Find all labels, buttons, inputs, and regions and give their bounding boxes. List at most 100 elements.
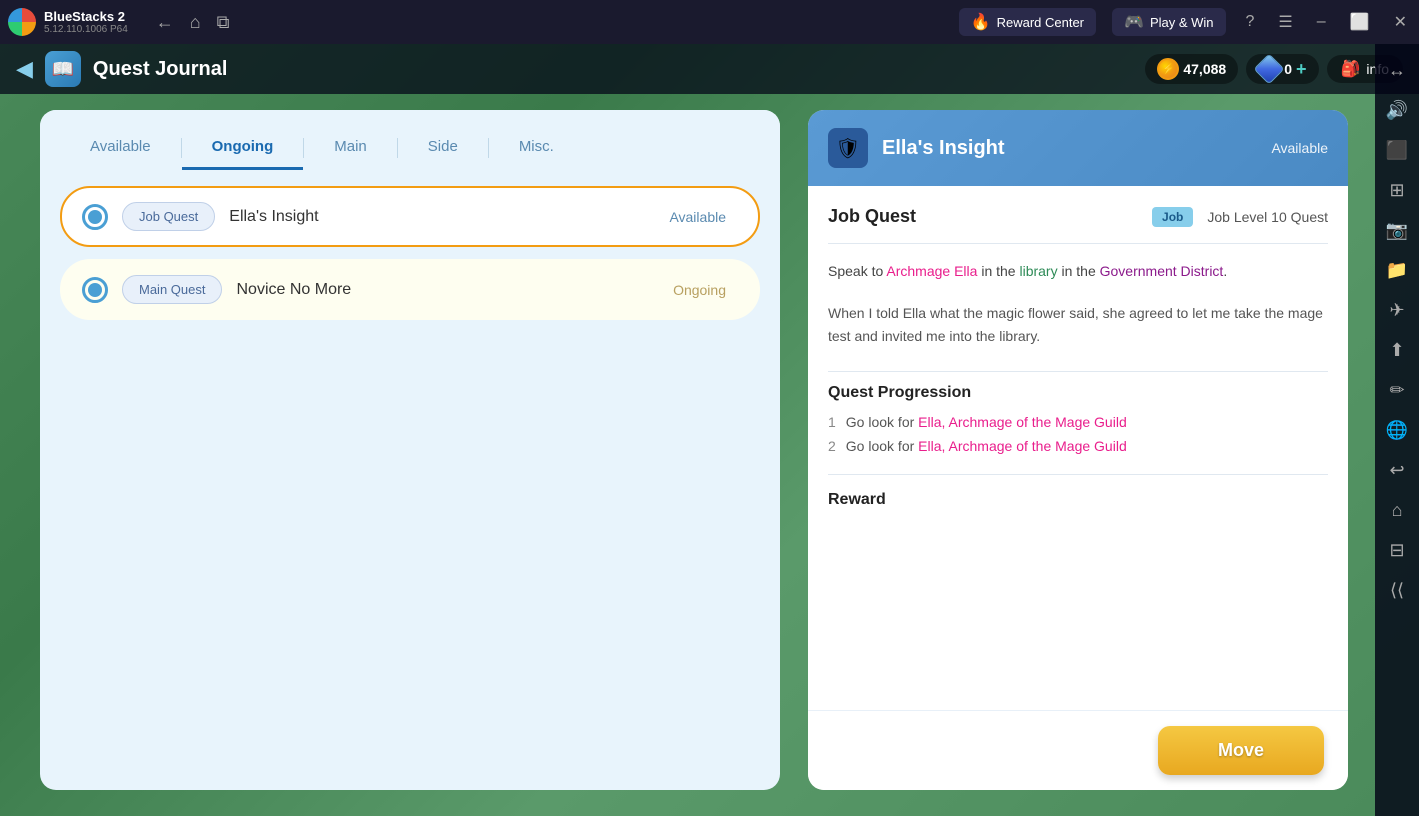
restore-button[interactable]: ⬜: [1346, 8, 1374, 36]
quest-status-novice: Ongoing: [661, 278, 738, 302]
desc-archmage-ella: Archmage Ella: [886, 263, 977, 279]
quest-type-row: Job Quest Job Job Level 10 Quest: [828, 206, 1328, 244]
nav-home-icon[interactable]: ⌂: [190, 12, 201, 33]
tab-ongoing[interactable]: Ongoing: [182, 126, 304, 170]
quest-progression-title: Quest Progression: [828, 371, 1328, 402]
tab-main[interactable]: Main: [304, 126, 397, 170]
quest-list: Job Quest Ella's Insight Available Main …: [40, 170, 780, 336]
quest-progression-list: 1 Go look for Ella, Archmage of the Mage…: [828, 414, 1328, 454]
bluestacks-logo: [8, 8, 36, 36]
reward-center-button[interactable]: 🔥 Reward Center: [959, 8, 1096, 36]
progression-link-2: Ella, Archmage of the Mage Guild: [918, 438, 1127, 454]
add-gem-button[interactable]: +: [1296, 59, 1307, 80]
desc-speak-to: Speak to: [828, 263, 886, 279]
tab-available[interactable]: Available: [60, 126, 181, 170]
desc-library: library: [1019, 263, 1057, 279]
help-button[interactable]: ?: [1242, 9, 1259, 35]
reward-icon: 🔥: [971, 12, 991, 32]
quest-detail-panel: 🛡 Ella's Insight Available Job Quest Job…: [808, 110, 1348, 790]
sidebar-apps-icon[interactable]: ⊞: [1379, 172, 1415, 208]
tab-misc[interactable]: Misc.: [489, 126, 584, 170]
quest-level-text: Job Level 10 Quest: [1207, 209, 1328, 225]
topbar-center: 🔥 Reward Center 🎮 Play & Win ? ☰ – ⬜ ✕: [959, 8, 1411, 36]
desc-government-district: Government District: [1100, 263, 1224, 279]
bluestacks-title: BlueStacks 2: [44, 9, 128, 24]
quest-detail-title: Ella's Insight: [882, 137, 1257, 160]
quest-job-badge: Job: [1152, 207, 1193, 227]
quest-radio-inner: [88, 210, 102, 224]
nav-copy-icon[interactable]: ⧉: [217, 12, 230, 33]
nav-back-icon[interactable]: ←: [156, 12, 174, 33]
quest-type-label: Job Quest: [828, 206, 916, 227]
quest-panel: Available Ongoing Main Side Misc. Job Qu…: [40, 110, 780, 790]
game-back-button[interactable]: ◀: [16, 56, 33, 82]
sidebar-screenshot-icon[interactable]: 📷: [1379, 212, 1415, 248]
play-win-label: Play & Win: [1150, 15, 1214, 30]
progression-num-2: 2: [828, 438, 836, 454]
sidebar-flight-icon[interactable]: ✈: [1379, 292, 1415, 328]
coin-amount: 47,088: [1183, 61, 1226, 77]
move-button[interactable]: Move: [1158, 726, 1324, 775]
quest-status-ellas-insight: Available: [657, 205, 738, 229]
progression-text-1: Go look for Ella, Archmage of the Mage G…: [846, 414, 1127, 430]
game-currency: ⚡ 47,088 0 + 🎒 info: [1145, 54, 1403, 84]
quest-radio-ellas-insight: [82, 204, 108, 230]
quest-item-novice-no-more[interactable]: Main Quest Novice No More Ongoing: [60, 259, 760, 320]
game-ui-bar: ◀ 📖 Quest Journal ⚡ 47,088 0 + 🎒 info: [0, 44, 1419, 94]
sidebar-back-icon[interactable]: ⟨⟨: [1379, 572, 1415, 608]
sidebar-minimize-icon[interactable]: ⊟: [1379, 532, 1415, 568]
sidebar-home-icon[interactable]: ⌂: [1379, 492, 1415, 528]
quest-story: When I told Ella what the magic flower s…: [828, 302, 1328, 347]
quest-tabs: Available Ongoing Main Side Misc.: [40, 110, 780, 170]
quest-item-ellas-insight[interactable]: Job Quest Ella's Insight Available: [60, 186, 760, 247]
sidebar-undo-icon[interactable]: ↩: [1379, 452, 1415, 488]
quest-detail-header: 🛡 Ella's Insight Available: [808, 110, 1348, 186]
gem-amount: 0: [1284, 61, 1292, 77]
quest-reward-title: Reward: [828, 474, 1328, 509]
quest-detail-footer: Move: [808, 710, 1348, 790]
sidebar-edit-icon[interactable]: ✏: [1379, 372, 1415, 408]
topbar-left: BlueStacks 2 5.12.110.1006 P64 ← ⌂ ⧉: [8, 8, 959, 36]
quest-radio-novice-inner: [88, 283, 102, 297]
quest-journal-icon: 📖: [45, 51, 81, 87]
coin-badge: ⚡ 47,088: [1145, 54, 1238, 84]
sidebar-location-icon[interactable]: 🌐: [1379, 412, 1415, 448]
sidebar-display-icon[interactable]: ⬛: [1379, 132, 1415, 168]
bluestacks-version: 5.12.110.1006 P64: [44, 24, 128, 35]
play-win-button[interactable]: 🎮 Play & Win: [1112, 8, 1226, 36]
sidebar-expand-icon[interactable]: ↔: [1379, 52, 1415, 88]
quest-type-badge-job: Job Quest: [122, 202, 215, 231]
playnwin-icon: 🎮: [1124, 12, 1144, 32]
quest-journal-title: Quest Journal: [93, 58, 1133, 81]
bag-icon: 🎒: [1341, 59, 1361, 79]
quest-level-row: Job Job Level 10 Quest: [1152, 207, 1328, 227]
right-sidebar: ↔ 🔊 ⬛ ⊞ 📷 📁 ✈ ⬆ ✏ 🌐 ↩ ⌂ ⊟ ⟨⟨: [1375, 44, 1419, 816]
quest-description: Speak to Archmage Ella in the library in…: [828, 260, 1328, 282]
gem-badge: 0 +: [1246, 54, 1318, 84]
desc-in-the: in the: [977, 263, 1019, 279]
close-button[interactable]: ✕: [1390, 8, 1411, 36]
quest-type-badge-main: Main Quest: [122, 275, 222, 304]
progression-item-2: 2 Go look for Ella, Archmage of the Mage…: [828, 438, 1328, 454]
progression-num-1: 1: [828, 414, 836, 430]
topbar: BlueStacks 2 5.12.110.1006 P64 ← ⌂ ⧉ 🔥 R…: [0, 0, 1419, 44]
minimize-button[interactable]: –: [1313, 9, 1330, 35]
progression-text-2: Go look for Ella, Archmage of the Mage G…: [846, 438, 1127, 454]
sidebar-volume-icon[interactable]: 🔊: [1379, 92, 1415, 128]
quest-detail-body: Job Quest Job Job Level 10 Quest Speak t…: [808, 186, 1348, 706]
quest-available-badge: Available: [1271, 140, 1328, 156]
topbar-nav: ← ⌂ ⧉: [156, 12, 230, 33]
sidebar-upload-icon[interactable]: ⬆: [1379, 332, 1415, 368]
tab-side[interactable]: Side: [398, 126, 488, 170]
quest-name-novice: Novice No More: [236, 281, 647, 299]
sidebar-folder-icon[interactable]: 📁: [1379, 252, 1415, 288]
menu-button[interactable]: ☰: [1274, 8, 1296, 36]
progression-item-1: 1 Go look for Ella, Archmage of the Mage…: [828, 414, 1328, 430]
quest-radio-novice: [82, 277, 108, 303]
reward-center-label: Reward Center: [997, 15, 1084, 30]
desc-period: .: [1223, 263, 1227, 279]
coin-icon: ⚡: [1157, 58, 1179, 80]
quest-shield-icon: 🛡: [828, 128, 868, 168]
progression-link-1: Ella, Archmage of the Mage Guild: [918, 414, 1127, 430]
gem-icon: [1254, 53, 1285, 84]
